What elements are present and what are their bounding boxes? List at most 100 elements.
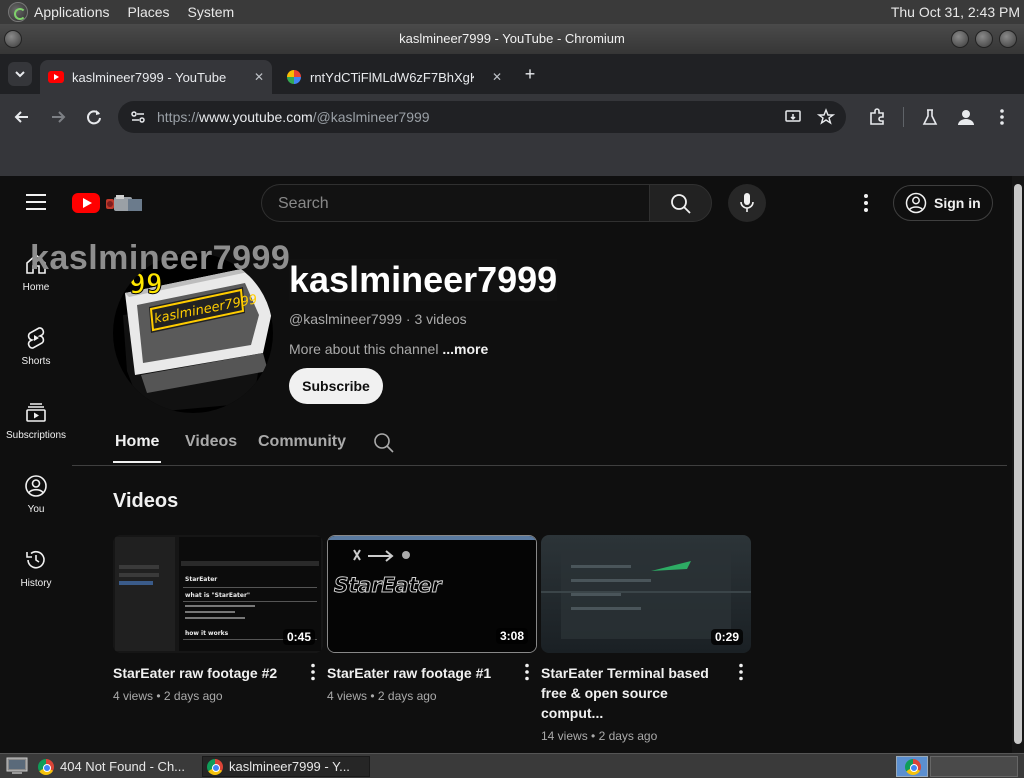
- page-scrollbar[interactable]: [1012, 176, 1024, 753]
- duration-badge: 0:45: [282, 629, 315, 645]
- extensions-puzzle-icon[interactable]: [866, 106, 888, 128]
- address-bar[interactable]: https://www.youtube.com/@kaslmineer7999: [118, 101, 846, 133]
- places-menu[interactable]: Places: [128, 4, 170, 20]
- channel-description[interactable]: More about this channel ...more: [289, 341, 488, 357]
- search-button[interactable]: [649, 184, 712, 222]
- video-title[interactable]: StarEater raw footage #1: [327, 663, 512, 683]
- history-icon: [26, 550, 45, 569]
- site-info-icon[interactable]: [130, 109, 146, 125]
- minimize-button[interactable]: [951, 30, 969, 48]
- tab-community[interactable]: Community: [258, 433, 346, 451]
- window-menu-icon[interactable]: [4, 30, 22, 48]
- window-title-bar[interactable]: kaslmineer7999 - YouTube - Chromium: [0, 24, 1024, 54]
- gnome-foot-icon[interactable]: [8, 2, 28, 22]
- sign-in-button[interactable]: Sign in: [893, 185, 993, 221]
- back-arrow-icon[interactable]: [11, 106, 33, 128]
- shorts-icon: [27, 327, 45, 349]
- video-meta: 4 views • 2 days ago: [113, 689, 323, 703]
- tab-label: kaslmineer7999 - YouTube: [72, 69, 227, 85]
- scrollbar-thumb[interactable]: [1014, 184, 1022, 744]
- youtube-logo-icon[interactable]: [72, 193, 100, 213]
- search-input[interactable]: [278, 193, 618, 215]
- guide-item-you[interactable]: You: [0, 474, 72, 515]
- toolbar-spacer: [0, 140, 1024, 176]
- workspace-empty[interactable]: [930, 756, 1018, 777]
- taskbar-item-youtube[interactable]: kaslmineer7999 - Y...: [202, 756, 370, 777]
- more-link[interactable]: ...more: [442, 341, 488, 357]
- show-desktop-icon[interactable]: [6, 757, 28, 775]
- guide-label: Home: [22, 282, 50, 293]
- thumb-line: what is "StarEater": [185, 592, 250, 599]
- tab-home[interactable]: Home: [115, 433, 159, 451]
- camcorder-icon[interactable]: [104, 193, 144, 213]
- video-meta: 4 views • 2 days ago: [327, 689, 537, 703]
- channel-handle: @kaslmineer7999: [289, 311, 403, 327]
- voice-search-button[interactable]: [728, 184, 766, 222]
- close-window-button[interactable]: [999, 30, 1017, 48]
- tab-videos[interactable]: Videos: [185, 433, 237, 451]
- active-tab-indicator: [113, 461, 161, 463]
- guide-item-subscriptions[interactable]: Subscriptions: [0, 400, 72, 441]
- meta-separator: ·: [402, 311, 415, 327]
- new-tab-button[interactable]: +: [520, 64, 540, 84]
- guide-item-shorts[interactable]: Shorts: [0, 326, 72, 367]
- guide-label: Subscriptions: [5, 430, 67, 441]
- applications-menu[interactable]: Applications: [34, 4, 110, 20]
- video-card[interactable]: 0:29 StarEater Terminal based free & ope…: [541, 535, 751, 743]
- upload-age: 2 days ago: [598, 729, 658, 743]
- install-app-icon[interactable]: [784, 108, 802, 126]
- video-title[interactable]: StarEater Terminal based free & open sou…: [541, 663, 726, 723]
- kebab-menu-icon[interactable]: [991, 106, 1013, 128]
- video-card[interactable]: StarEater 3:08 StarEater raw footage #1 …: [327, 535, 537, 703]
- reload-icon[interactable]: [83, 106, 105, 128]
- url-text: https://www.youtube.com/@kaslmineer7999: [157, 109, 430, 125]
- hamburger-menu-icon[interactable]: [26, 194, 46, 210]
- bottom-taskbar: 404 Not Found - Ch... kaslmineer7999 - Y…: [0, 753, 1024, 778]
- guide-label: Shorts: [21, 356, 51, 367]
- tab-label: rntYdCTiFlMLdW6zF7BhXgK: [310, 69, 474, 85]
- video-thumbnail[interactable]: 0:29: [541, 535, 751, 653]
- labs-flask-icon[interactable]: [919, 106, 941, 128]
- duration-badge: 3:08: [495, 628, 528, 644]
- channel-banner-text: kaslmineer7999: [30, 239, 291, 277]
- settings-kebab-icon[interactable]: [856, 192, 876, 214]
- subscriptions-icon: [26, 403, 46, 422]
- video-count: 3 videos: [414, 311, 467, 327]
- task-label: 404 Not Found - Ch...: [60, 759, 186, 774]
- tab-youtube[interactable]: kaslmineer7999 - YouTube ✕: [40, 60, 272, 94]
- video-kebab-icon[interactable]: [523, 663, 531, 681]
- duration-badge: 0:29: [710, 629, 743, 645]
- bookmark-star-icon[interactable]: [817, 108, 835, 126]
- video-kebab-icon[interactable]: [737, 663, 745, 681]
- profile-icon[interactable]: [955, 106, 977, 128]
- thumb-line: StarEater: [185, 576, 217, 583]
- video-card[interactable]: StarEater what is "StarEater" how it wor…: [113, 535, 323, 703]
- system-menu[interactable]: System: [188, 4, 235, 20]
- top-panel: Applications Places System Thu Oct 31, 2…: [0, 0, 1024, 24]
- maximize-button[interactable]: [975, 30, 993, 48]
- search-box[interactable]: [261, 184, 649, 222]
- workspace-switcher[interactable]: [896, 756, 928, 777]
- video-thumbnail[interactable]: StarEater 3:08: [327, 535, 537, 653]
- video-title[interactable]: StarEater raw footage #2: [113, 663, 298, 683]
- channel-title: kaslmineer7999: [289, 259, 558, 301]
- panel-clock[interactable]: Thu Oct 31, 2:43 PM: [891, 4, 1020, 20]
- thumb-line: how it works: [185, 630, 229, 637]
- section-title[interactable]: Videos: [113, 490, 178, 513]
- forward-arrow-icon[interactable]: [47, 106, 69, 128]
- subscribe-button[interactable]: Subscribe: [289, 368, 383, 404]
- channel-search-icon[interactable]: [373, 432, 395, 454]
- tab-search-button[interactable]: [8, 62, 32, 86]
- tab-close-icon[interactable]: ✕: [492, 70, 502, 84]
- tab-photos[interactable]: rntYdCTiFlMLdW6zF7BhXgK ✕: [278, 60, 510, 94]
- video-thumbnail[interactable]: StarEater what is "StarEater" how it wor…: [113, 535, 323, 653]
- guide-item-history[interactable]: History: [0, 548, 72, 589]
- pinwheel-favicon-icon: [286, 69, 302, 85]
- tab-strip: kaslmineer7999 - YouTube ✕ rntYdCTiFlMLd…: [0, 54, 1024, 94]
- channel-meta: @kaslmineer7999 · 3 videos: [289, 311, 467, 327]
- browser-toolbar: https://www.youtube.com/@kaslmineer7999: [0, 94, 1024, 140]
- video-kebab-icon[interactable]: [309, 663, 317, 681]
- taskbar-item-404[interactable]: 404 Not Found - Ch...: [34, 756, 202, 777]
- chromium-icon: [38, 758, 54, 775]
- tab-close-icon[interactable]: ✕: [254, 70, 264, 84]
